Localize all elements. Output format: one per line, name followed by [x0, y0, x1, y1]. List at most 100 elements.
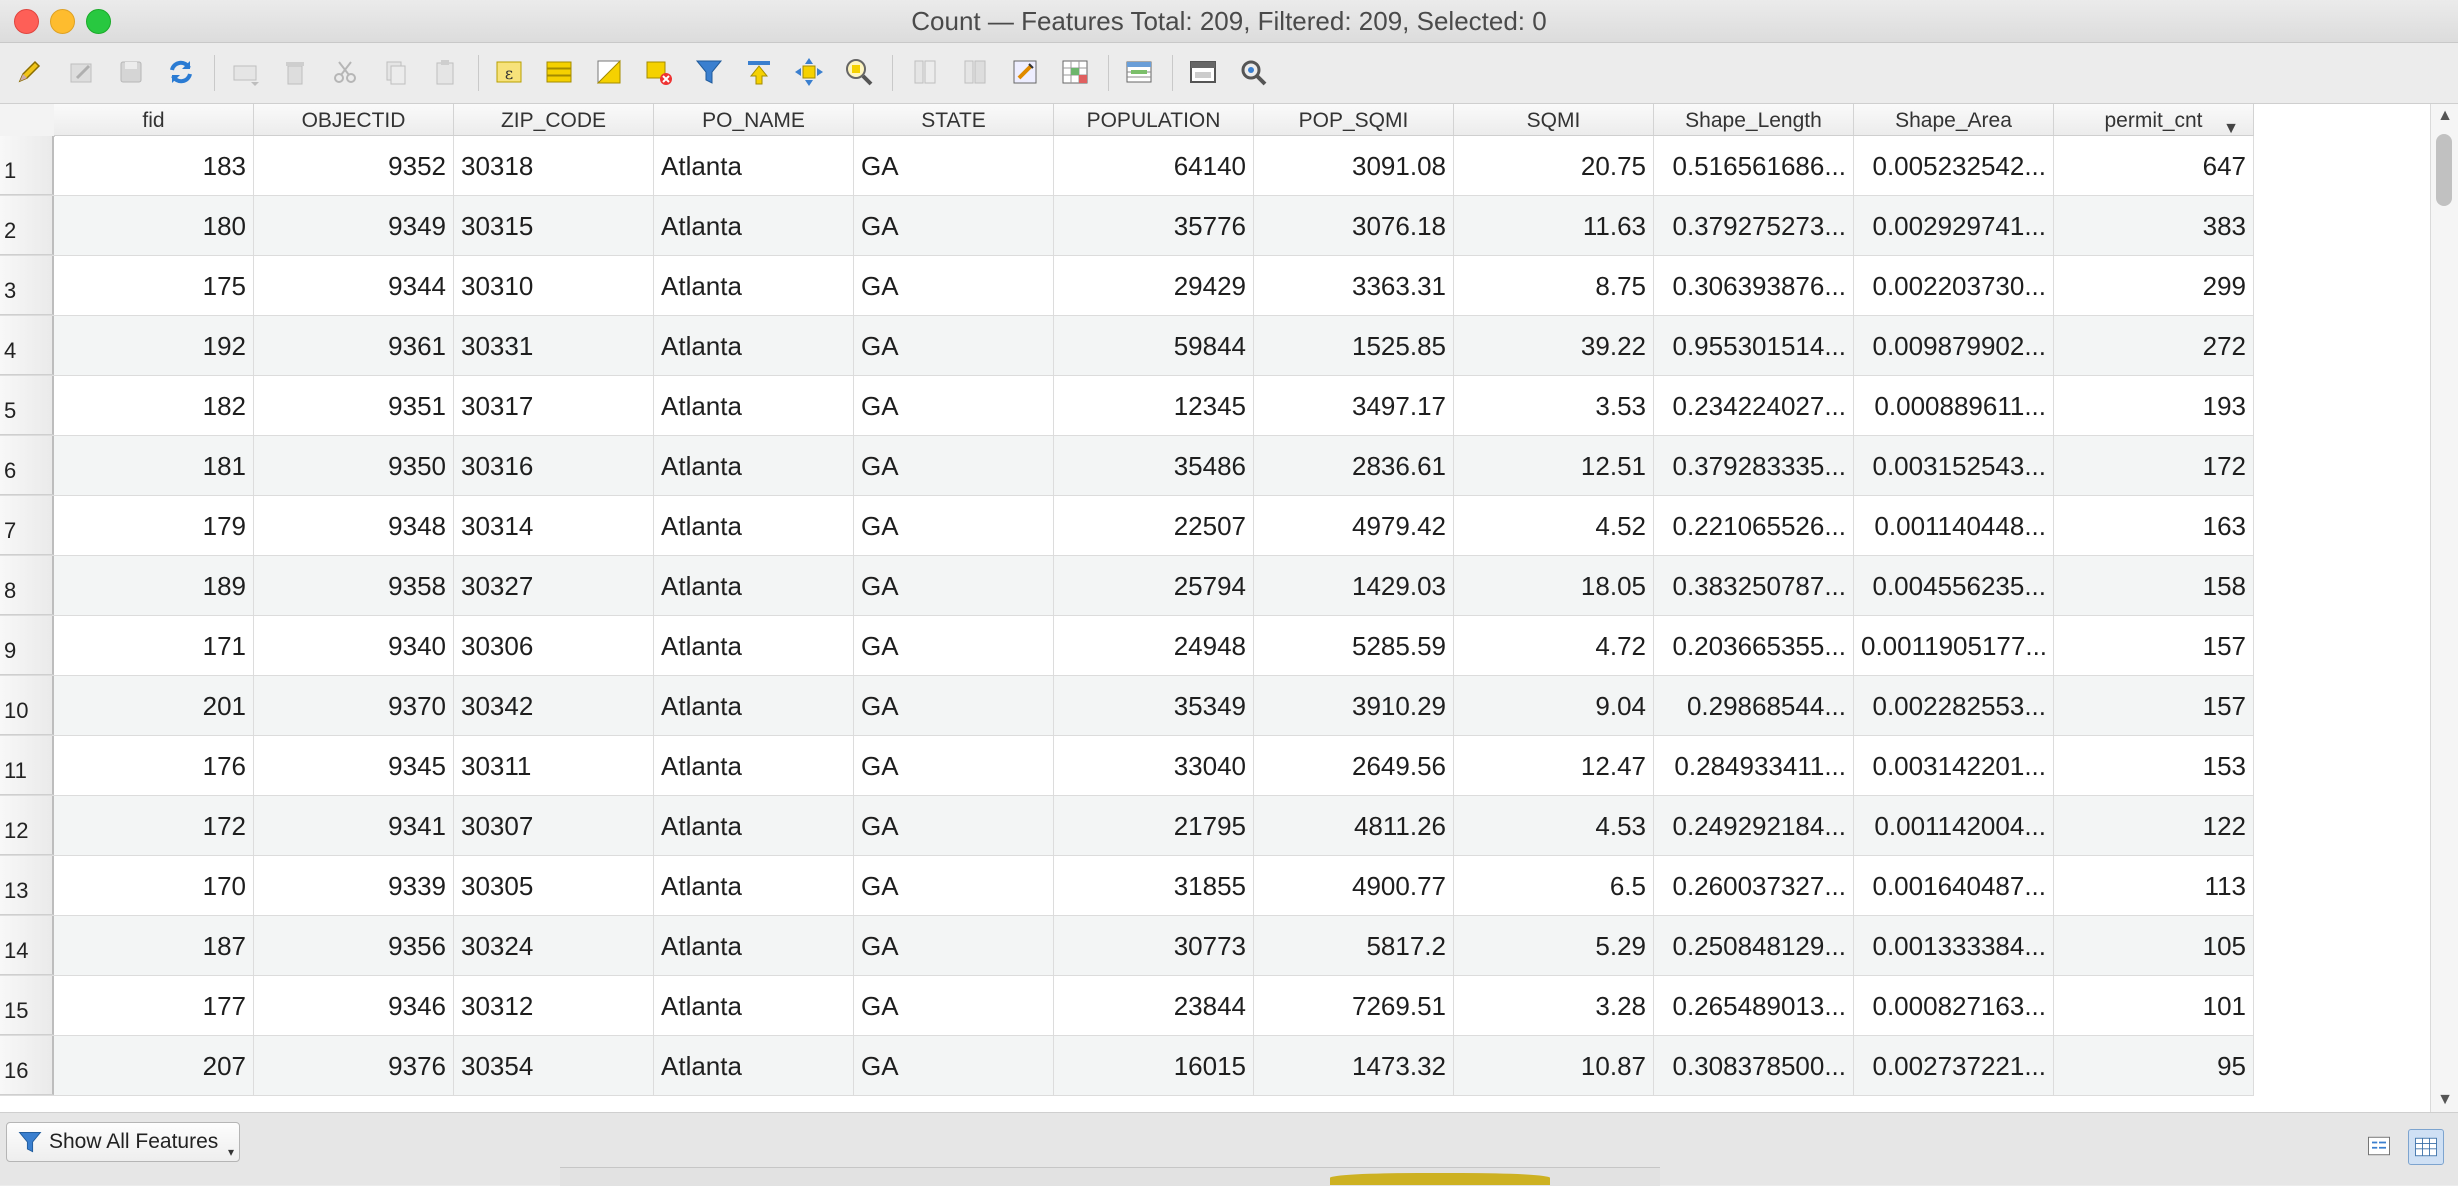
table-cell-objectid[interactable]: 9351 — [254, 376, 454, 435]
table-cell-fid[interactable]: 201 — [54, 676, 254, 735]
table-cell-sqmi[interactable]: 3.28 — [1454, 976, 1654, 1035]
table-cell-shape-length[interactable]: 0.265489013... — [1654, 976, 1854, 1035]
column-header-objectid[interactable]: OBJECTID — [254, 104, 454, 136]
table-cell-zip-code[interactable]: 30327 — [454, 556, 654, 615]
table-cell-permit-cnt[interactable]: 157 — [2054, 616, 2254, 675]
table-cell-zip-code[interactable]: 30305 — [454, 856, 654, 915]
select-by-expression-icon[interactable]: ε — [492, 55, 526, 89]
table-cell-objectid[interactable]: 9348 — [254, 496, 454, 555]
table-cell-shape-length[interactable]: 0.379283335... — [1654, 436, 1854, 495]
table-cell-po-name[interactable]: Atlanta — [654, 856, 854, 915]
table-cell-objectid[interactable]: 9370 — [254, 676, 454, 735]
column-header-state[interactable]: STATE — [854, 104, 1054, 136]
table-cell-po-name[interactable]: Atlanta — [654, 736, 854, 795]
table-cell-state[interactable]: GA — [854, 556, 1054, 615]
table-cell-permit-cnt[interactable]: 158 — [2054, 556, 2254, 615]
table-cell-permit-cnt[interactable]: 193 — [2054, 376, 2254, 435]
table-cell-fid[interactable]: 207 — [54, 1036, 254, 1095]
table-cell-zip-code[interactable]: 30310 — [454, 256, 654, 315]
table-cell-shape-area[interactable]: 0.002929741... — [1854, 196, 2054, 255]
table-cell-zip-code[interactable]: 30306 — [454, 616, 654, 675]
table-cell-shape-length[interactable]: 0.221065526... — [1654, 496, 1854, 555]
table-cell-pop-sqmi[interactable]: 3091.08 — [1254, 136, 1454, 195]
table-cell-zip-code[interactable]: 30311 — [454, 736, 654, 795]
table-cell-state[interactable]: GA — [854, 196, 1054, 255]
row-number-header[interactable]: 2 — [0, 196, 54, 255]
table-cell-shape-area[interactable]: 0.002282553... — [1854, 676, 2054, 735]
row-number-header[interactable]: 7 — [0, 496, 54, 555]
table-cell-pop-sqmi[interactable]: 7269.51 — [1254, 976, 1454, 1035]
table-row[interactable]: 16 207 9376 30354 Atlanta GA 16015 1473.32 10.87… — [0, 1036, 2254, 1096]
table-cell-population[interactable]: 33040 — [1054, 736, 1254, 795]
table-row[interactable]: 8 189 9358 30327 Atlanta GA 25794 1429.03 18.05 0… — [0, 556, 2254, 616]
table-cell-pop-sqmi[interactable]: 5285.59 — [1254, 616, 1454, 675]
table-cell-permit-cnt[interactable]: 299 — [2054, 256, 2254, 315]
table-cell-state[interactable]: GA — [854, 1036, 1054, 1095]
table-cell-population[interactable]: 64140 — [1054, 136, 1254, 195]
table-cell-population[interactable]: 35349 — [1054, 676, 1254, 735]
table-cell-state[interactable]: GA — [854, 796, 1054, 855]
table-cell-sqmi[interactable]: 10.87 — [1454, 1036, 1654, 1095]
table-cell-fid[interactable]: 181 — [54, 436, 254, 495]
table-cell-shape-area[interactable]: 0.002203730... — [1854, 256, 2054, 315]
conditional-formatting-icon[interactable] — [1058, 55, 1092, 89]
table-cell-sqmi[interactable]: 4.53 — [1454, 796, 1654, 855]
table-cell-sqmi[interactable]: 8.75 — [1454, 256, 1654, 315]
table-row[interactable]: 3 175 9344 30310 Atlanta GA 29429 3363.31 8.75 0.… — [0, 256, 2254, 316]
table-cell-permit-cnt[interactable]: 647 — [2054, 136, 2254, 195]
table-cell-permit-cnt[interactable]: 113 — [2054, 856, 2254, 915]
table-cell-pop-sqmi[interactable]: 3363.31 — [1254, 256, 1454, 315]
cut-icon[interactable] — [328, 55, 362, 89]
table-cell-population[interactable]: 30773 — [1054, 916, 1254, 975]
table-row[interactable]: 1 183 9352 30318 Atlanta GA 64140 3091.08 20.75 0… — [0, 136, 2254, 196]
table-cell-population[interactable]: 59844 — [1054, 316, 1254, 375]
table-row[interactable]: 10 201 9370 30342 Atlanta GA 35349 3910.29 9.04 0… — [0, 676, 2254, 736]
table-cell-sqmi[interactable]: 3.53 — [1454, 376, 1654, 435]
table-cell-population[interactable]: 16015 — [1054, 1036, 1254, 1095]
table-cell-pop-sqmi[interactable]: 1473.32 — [1254, 1036, 1454, 1095]
row-number-header[interactable]: 11 — [0, 736, 54, 795]
deselect-all-icon[interactable] — [642, 55, 676, 89]
paste-icon[interactable] — [428, 55, 462, 89]
multi-edit-icon[interactable] — [64, 55, 98, 89]
table-cell-sqmi[interactable]: 12.47 — [1454, 736, 1654, 795]
form-view-icon[interactable] — [2362, 1129, 2396, 1163]
table-cell-state[interactable]: GA — [854, 736, 1054, 795]
table-row[interactable]: 2 180 9349 30315 Atlanta GA 35776 3076.18 11.63 0… — [0, 196, 2254, 256]
table-cell-objectid[interactable]: 9345 — [254, 736, 454, 795]
table-cell-po-name[interactable]: Atlanta — [654, 796, 854, 855]
table-cell-po-name[interactable]: Atlanta — [654, 976, 854, 1035]
table-cell-fid[interactable]: 180 — [54, 196, 254, 255]
delete-field-icon[interactable] — [958, 55, 992, 89]
table-cell-pop-sqmi[interactable]: 4900.77 — [1254, 856, 1454, 915]
table-cell-shape-area[interactable]: 0.002737221... — [1854, 1036, 2054, 1095]
table-cell-state[interactable]: GA — [854, 256, 1054, 315]
move-selection-top-icon[interactable] — [742, 55, 776, 89]
row-number-header[interactable]: 8 — [0, 556, 54, 615]
table-cell-sqmi[interactable]: 4.72 — [1454, 616, 1654, 675]
scroll-up-arrow-icon[interactable]: ▲ — [2431, 104, 2458, 128]
column-header-population[interactable]: POPULATION — [1054, 104, 1254, 136]
table-cell-state[interactable]: GA — [854, 676, 1054, 735]
table-row-partial[interactable] — [0, 1096, 2254, 1112]
column-header-po-name[interactable]: PO_NAME — [654, 104, 854, 136]
table-cell-permit-cnt[interactable]: 172 — [2054, 436, 2254, 495]
table-cell-pop-sqmi[interactable]: 3910.29 — [1254, 676, 1454, 735]
column-header-sqmi[interactable]: SQMI — [1454, 104, 1654, 136]
table-row[interactable]: 7 179 9348 30314 Atlanta GA 22507 4979.42 4.52 0.… — [0, 496, 2254, 556]
row-number-header[interactable]: 5 — [0, 376, 54, 435]
table-cell-population[interactable]: 21795 — [1054, 796, 1254, 855]
table-cell-shape-area[interactable]: 0.001333384... — [1854, 916, 2054, 975]
vertical-scrollbar[interactable]: ▲ ▼ — [2430, 104, 2458, 1112]
table-cell-population[interactable]: 31855 — [1054, 856, 1254, 915]
table-cell-fid[interactable]: 179 — [54, 496, 254, 555]
table-row[interactable]: 6 181 9350 30316 Atlanta GA 35486 2836.61 12.51 0… — [0, 436, 2254, 496]
table-cell-shape-length[interactable]: 0.379275273... — [1654, 196, 1854, 255]
table-cell-shape-area[interactable]: 0.009879902... — [1854, 316, 2054, 375]
field-calculator-icon[interactable] — [1008, 55, 1042, 89]
table-cell-state[interactable]: GA — [854, 436, 1054, 495]
table-cell-zip-code[interactable]: 30318 — [454, 136, 654, 195]
table-cell-permit-cnt[interactable]: 105 — [2054, 916, 2254, 975]
table-cell-fid[interactable]: 192 — [54, 316, 254, 375]
table-cell-zip-code[interactable]: 30307 — [454, 796, 654, 855]
